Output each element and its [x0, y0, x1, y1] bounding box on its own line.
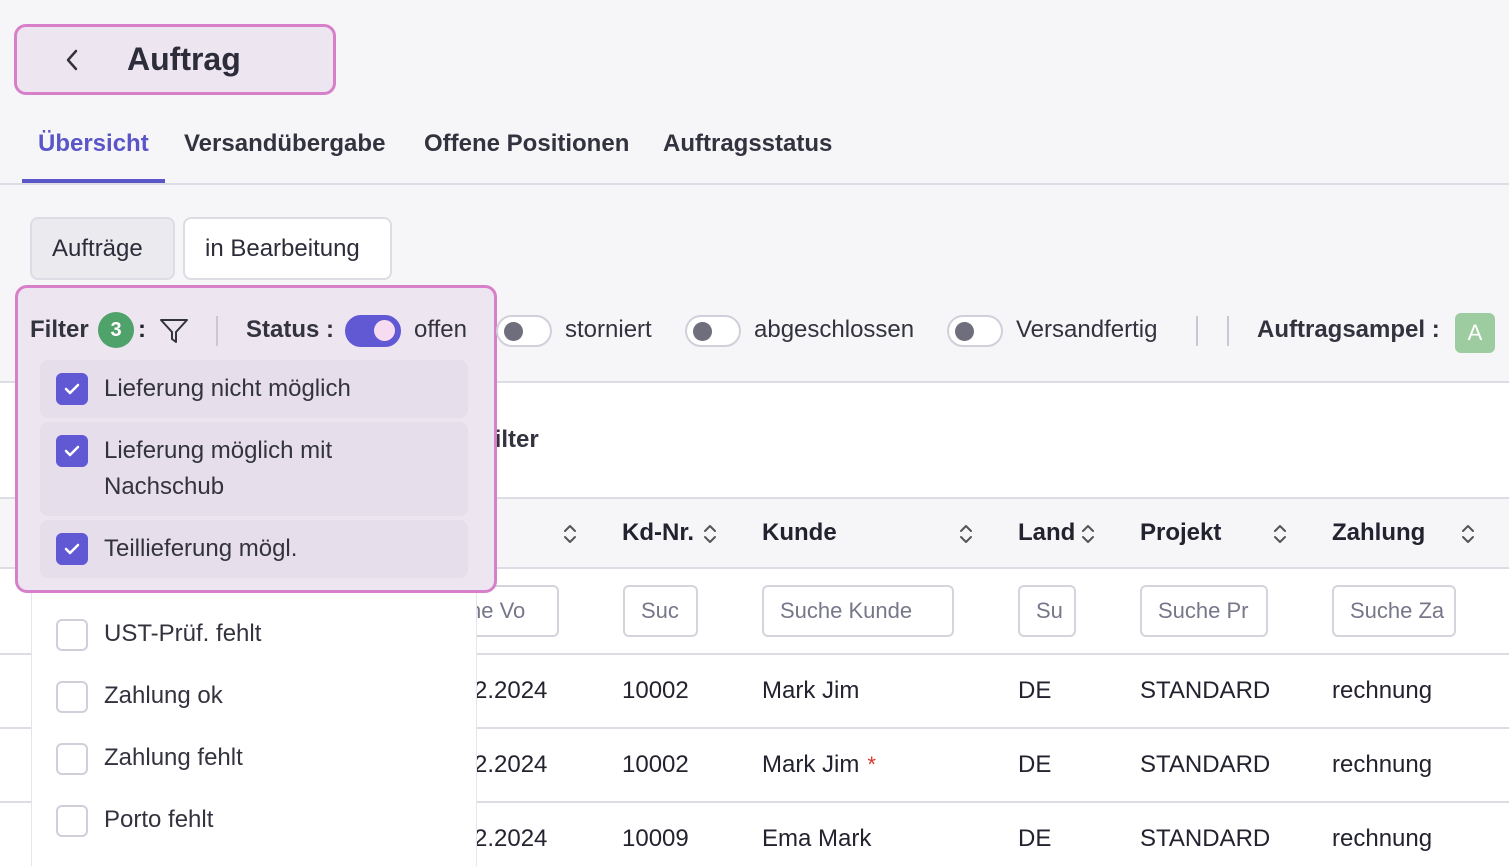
toggle-abgeschlossen[interactable]: [685, 315, 741, 347]
filter-option[interactable]: UST-Prüf. fehlt: [40, 604, 468, 664]
cell-kunde: Ema Mark: [762, 825, 871, 853]
filter-count-badge: 3: [98, 312, 134, 348]
checkbox-checked[interactable]: [56, 435, 88, 467]
cell-date: 2.2024: [474, 825, 548, 852]
filter-colon: :: [138, 316, 146, 343]
toggle-knob: [693, 322, 712, 341]
toggle-abgeschlossen-label: abgeschlossen: [754, 316, 915, 343]
cell-zahlung: rechnung: [1332, 825, 1433, 852]
cell-land: DE: [1018, 825, 1052, 852]
cell-land: DE: [1018, 751, 1052, 778]
cell-kdnr: 10002: [622, 677, 689, 704]
tab-bar: Übersicht Versandübergabe Offene Positio…: [0, 110, 1509, 185]
tab-uebersicht[interactable]: Übersicht: [22, 130, 165, 183]
filter-option[interactable]: Lieferung möglich mit Nachschub: [40, 422, 468, 516]
cell-kunde: Mark Jim *: [762, 751, 876, 779]
toggle-knob: [374, 320, 395, 341]
column-header-land[interactable]: Land: [1018, 519, 1075, 547]
cell-kdnr: 10009: [622, 825, 689, 852]
cell-projekt: STANDARD: [1140, 751, 1271, 778]
filter-option-label: Zahlung ok: [104, 682, 223, 709]
status-label: Status :: [246, 316, 335, 343]
cell-zahlung: rechnung: [1332, 751, 1433, 778]
toggle-knob: [504, 322, 523, 341]
column-header-kdnr[interactable]: Kd-Nr.: [622, 519, 694, 547]
tab-offene-positionen[interactable]: Offene Positionen: [408, 130, 645, 183]
chevron-left-icon[interactable]: [59, 47, 85, 73]
divider: [1227, 316, 1229, 346]
filter-option-label: Teillieferung mögl.: [104, 535, 298, 562]
cell-zahlung: rechnung: [1332, 677, 1433, 704]
required-star-marker: *: [867, 752, 876, 777]
page-title: Auftrag: [127, 41, 241, 77]
cell-kunde: Mark Jim: [762, 677, 859, 705]
toggle-storniert-label: storniert: [565, 316, 652, 343]
checkbox-checked[interactable]: [56, 373, 88, 405]
segment-in-bearbeitung-button[interactable]: in Bearbeitung: [183, 217, 392, 280]
segment-auftraege-button[interactable]: Aufträge: [30, 217, 175, 280]
filter-option[interactable]: Teillieferung mögl.: [40, 520, 468, 578]
cell-land: DE: [1018, 677, 1052, 704]
filter-option[interactable]: Porto fehlt: [40, 790, 468, 850]
column-header-kunde[interactable]: Kunde: [762, 519, 837, 547]
toggle-offen-label: offen: [414, 316, 467, 343]
divider: [1196, 316, 1198, 346]
filter-option-label: UST-Prüf. fehlt: [104, 620, 262, 647]
toggle-offen[interactable]: [345, 315, 401, 347]
search-input-land[interactable]: Su: [1018, 585, 1076, 637]
search-input-zahlung[interactable]: Suche Za: [1332, 585, 1456, 637]
checkbox-checked[interactable]: [56, 533, 88, 565]
auftragsampel-badge[interactable]: A: [1455, 313, 1495, 353]
cell-kunde-name: Ema Mark: [762, 825, 872, 852]
filter-option-label: Zahlung fehlt: [104, 744, 243, 771]
search-input-projekt[interactable]: Suche Pr: [1140, 585, 1268, 637]
cell-projekt: STANDARD: [1140, 677, 1271, 704]
cell-kdnr: 10002: [622, 751, 689, 778]
sort-icon[interactable]: [958, 522, 974, 551]
status-filter-bar: Filter 3 : Status : offen storniert abge…: [0, 310, 1509, 355]
cell-kunde-name: Mark Jim: [762, 751, 860, 778]
toggle-knob: [955, 322, 974, 341]
toggle-versandfertig-label: Versandfertig: [1016, 316, 1158, 343]
toggle-versandfertig[interactable]: [947, 315, 1003, 347]
checkbox-unchecked[interactable]: [56, 681, 88, 713]
sort-icon[interactable]: [1460, 522, 1476, 551]
toggle-storniert[interactable]: [496, 315, 552, 347]
checkbox-unchecked[interactable]: [56, 619, 88, 651]
sort-icon[interactable]: [702, 522, 718, 551]
tab-versanduebergabe[interactable]: Versandübergabe: [168, 130, 401, 183]
cell-date: 2.2024: [474, 751, 548, 778]
checkbox-unchecked[interactable]: [56, 743, 88, 775]
cell-projekt: STANDARD: [1140, 825, 1271, 852]
auftragsampel-label: Auftragsampel :: [1257, 316, 1440, 343]
divider: [216, 316, 218, 346]
filter-option-label: Porto fehlt: [104, 806, 214, 833]
sort-icon[interactable]: [562, 522, 578, 551]
filter-option[interactable]: Lieferung nicht möglich: [40, 360, 468, 418]
checkbox-unchecked[interactable]: [56, 805, 88, 837]
tab-auftragsstatus[interactable]: Auftragsstatus: [647, 130, 848, 183]
cell-date: 2.2024: [474, 677, 548, 704]
column-header-zahlung[interactable]: Zahlung: [1332, 519, 1425, 547]
column-header-projekt[interactable]: Projekt: [1140, 519, 1221, 547]
filter-option-label: Lieferung möglich mit Nachschub: [104, 437, 333, 500]
search-input-kunde[interactable]: Suche Kunde: [762, 585, 954, 637]
sort-icon[interactable]: [1272, 522, 1288, 551]
sort-icon[interactable]: [1080, 522, 1096, 551]
page-header: Auftrag: [14, 24, 336, 95]
funnel-icon[interactable]: [158, 316, 190, 351]
search-input-kdnr[interactable]: Suc: [623, 585, 698, 637]
filter-option[interactable]: Zahlung fehlt: [40, 728, 468, 788]
cell-kunde-name: Mark Jim: [762, 677, 860, 704]
filter-option[interactable]: Zahlung ok: [40, 666, 468, 726]
filter-label: Filter: [30, 316, 89, 343]
filter-option-label: Lieferung nicht möglich: [104, 375, 351, 402]
